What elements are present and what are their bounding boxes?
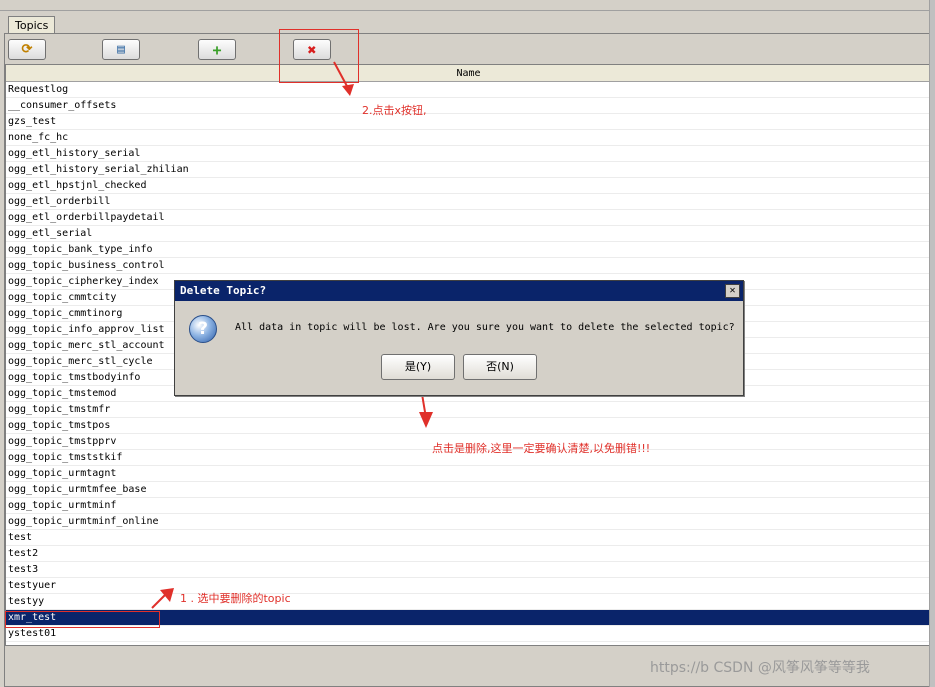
dialog-title-bar: Delete Topic? ✕ bbox=[175, 281, 743, 301]
table-row[interactable]: ogg_etl_history_serial bbox=[6, 146, 931, 162]
table-row[interactable]: ogg_topic_tmstmfr bbox=[6, 402, 931, 418]
delete-topic-dialog: Delete Topic? ✕ ? All data in topic will… bbox=[174, 280, 744, 396]
table-row[interactable]: ogg_topic_urmtmfee_base bbox=[6, 482, 931, 498]
annotation-arrow-3 bbox=[419, 393, 433, 428]
print-button[interactable]: ▤ bbox=[102, 39, 140, 60]
table-row[interactable]: __consumer_offsets bbox=[6, 98, 931, 114]
annotation-arrow-1 bbox=[151, 588, 174, 609]
add-icon: + bbox=[212, 40, 222, 59]
annotation-note-1: 1 . 选中要删除的topic bbox=[180, 592, 291, 605]
table-row[interactable]: ogg_topic_bank_type_info bbox=[6, 242, 931, 258]
refresh-button[interactable]: ⟳ bbox=[8, 39, 46, 60]
question-icon: ? bbox=[189, 315, 217, 343]
annotation-box-selected bbox=[5, 611, 160, 628]
table-row[interactable]: ystest01 bbox=[6, 626, 931, 642]
close-icon[interactable]: ✕ bbox=[725, 284, 740, 298]
no-button[interactable]: 否(N) bbox=[463, 354, 537, 380]
table-row[interactable]: ogg_etl_orderbill bbox=[6, 194, 931, 210]
column-header-name[interactable]: Name bbox=[6, 65, 931, 82]
vertical-scrollbar[interactable] bbox=[929, 0, 935, 687]
table-row[interactable]: test bbox=[6, 530, 931, 546]
annotation-arrow-2 bbox=[333, 61, 354, 96]
table-row[interactable]: ogg_etl_hpstjnl_checked bbox=[6, 178, 931, 194]
table-row[interactable]: testyy bbox=[6, 594, 931, 610]
table-row[interactable]: ogg_topic_business_control bbox=[6, 258, 931, 274]
table-row[interactable]: none_fc_hc bbox=[6, 130, 931, 146]
table-row[interactable]: Requestlog bbox=[6, 82, 931, 98]
table-row[interactable]: ogg_topic_urmtagnt bbox=[6, 466, 931, 482]
table-row[interactable]: test3 bbox=[6, 562, 931, 578]
table-row[interactable]: ogg_topic_urmtminf bbox=[6, 498, 931, 514]
table-row[interactable]: test2 bbox=[6, 546, 931, 562]
print-icon: ▤ bbox=[117, 42, 125, 57]
yes-button[interactable]: 是(Y) bbox=[381, 354, 455, 380]
dialog-message: All data in topic will be lost. Are you … bbox=[235, 322, 735, 333]
table-row[interactable]: ogg_etl_orderbillpaydetail bbox=[6, 210, 931, 226]
table-row[interactable]: ogg_topic_tmstpos bbox=[6, 418, 931, 434]
refresh-icon: ⟳ bbox=[21, 42, 33, 57]
dialog-title: Delete Topic? bbox=[180, 284, 267, 297]
watermark: https://b CSDN @风筝风筝等等我 bbox=[650, 660, 870, 676]
table-row[interactable]: ogg_topic_urmtminf_online bbox=[6, 514, 931, 530]
window-top-strip bbox=[0, 0, 935, 11]
table-row[interactable]: ogg_etl_serial bbox=[6, 226, 931, 242]
annotation-note-2: 2.点击x按钮, bbox=[362, 104, 427, 117]
table-row[interactable]: gzs_test bbox=[6, 114, 931, 130]
table-row[interactable]: testyuer bbox=[6, 578, 931, 594]
annotation-note-3: 点击是删除,这里一定要确认清楚,以免删错!!! bbox=[432, 442, 651, 455]
add-topic-button[interactable]: + bbox=[198, 39, 236, 60]
table-row[interactable]: ogg_etl_history_serial_zhilian bbox=[6, 162, 931, 178]
